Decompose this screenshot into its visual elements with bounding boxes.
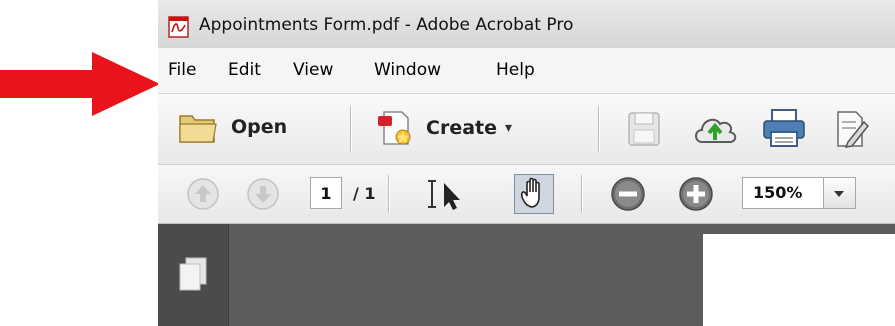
menu-view[interactable]: View	[293, 60, 333, 80]
open-label: Open	[231, 116, 288, 138]
main-toolbar: Open Create ▾	[158, 94, 895, 165]
zoom-in-icon[interactable]	[678, 176, 714, 212]
window-title: Appointments Form.pdf - Adobe Acrobat Pr…	[199, 15, 574, 35]
acrobat-window: Appointments Form.pdf - Adobe Acrobat Pr…	[158, 0, 895, 326]
next-page-icon[interactable]	[246, 177, 280, 211]
create-label: Create	[426, 117, 497, 139]
pdf-page	[703, 234, 895, 326]
red-pointer-arrow-icon	[0, 52, 160, 116]
save-icon[interactable]	[626, 110, 662, 148]
print-icon[interactable]	[762, 108, 806, 148]
page-number-input[interactable]: 1	[310, 177, 342, 209]
cloud-upload-icon[interactable]	[692, 112, 738, 146]
document-area	[158, 224, 895, 326]
menu-help[interactable]: Help	[496, 60, 535, 80]
open-button[interactable]: Open	[178, 110, 287, 144]
page-thumbnails-icon[interactable]	[178, 256, 208, 294]
toolbar-separator	[581, 175, 583, 213]
pdf-file-icon	[168, 16, 189, 38]
create-pdf-icon	[378, 111, 411, 145]
toolbar-separator	[388, 175, 390, 213]
previous-page-icon[interactable]	[186, 177, 220, 211]
navigation-pane	[158, 224, 229, 326]
menu-window[interactable]: Window	[374, 60, 441, 80]
create-button[interactable]: Create ▾	[376, 108, 512, 148]
chevron-down-icon	[834, 191, 844, 197]
edit-icon[interactable]	[834, 110, 870, 148]
hand-tool-button[interactable]	[514, 174, 554, 214]
hand-icon	[520, 177, 540, 208]
page-navigation-toolbar: 1 / 1 150%	[158, 165, 895, 224]
zoom-dropdown-button[interactable]	[824, 177, 856, 209]
toolbar-separator	[598, 106, 600, 152]
toolbar-separator	[350, 106, 352, 152]
title-bar: Appointments Form.pdf - Adobe Acrobat Pr…	[158, 0, 895, 48]
menu-file[interactable]: File	[168, 60, 196, 80]
zoom-out-icon[interactable]	[610, 176, 646, 212]
select-tool-icon[interactable]	[426, 177, 466, 211]
chevron-down-icon: ▾	[505, 120, 513, 136]
zoom-level-input[interactable]: 150%	[742, 177, 824, 209]
folder-icon	[179, 115, 217, 143]
menu-bar: File Edit View Window Help	[158, 48, 895, 94]
menu-edit[interactable]: Edit	[228, 60, 261, 80]
page-total: / 1	[353, 184, 376, 203]
